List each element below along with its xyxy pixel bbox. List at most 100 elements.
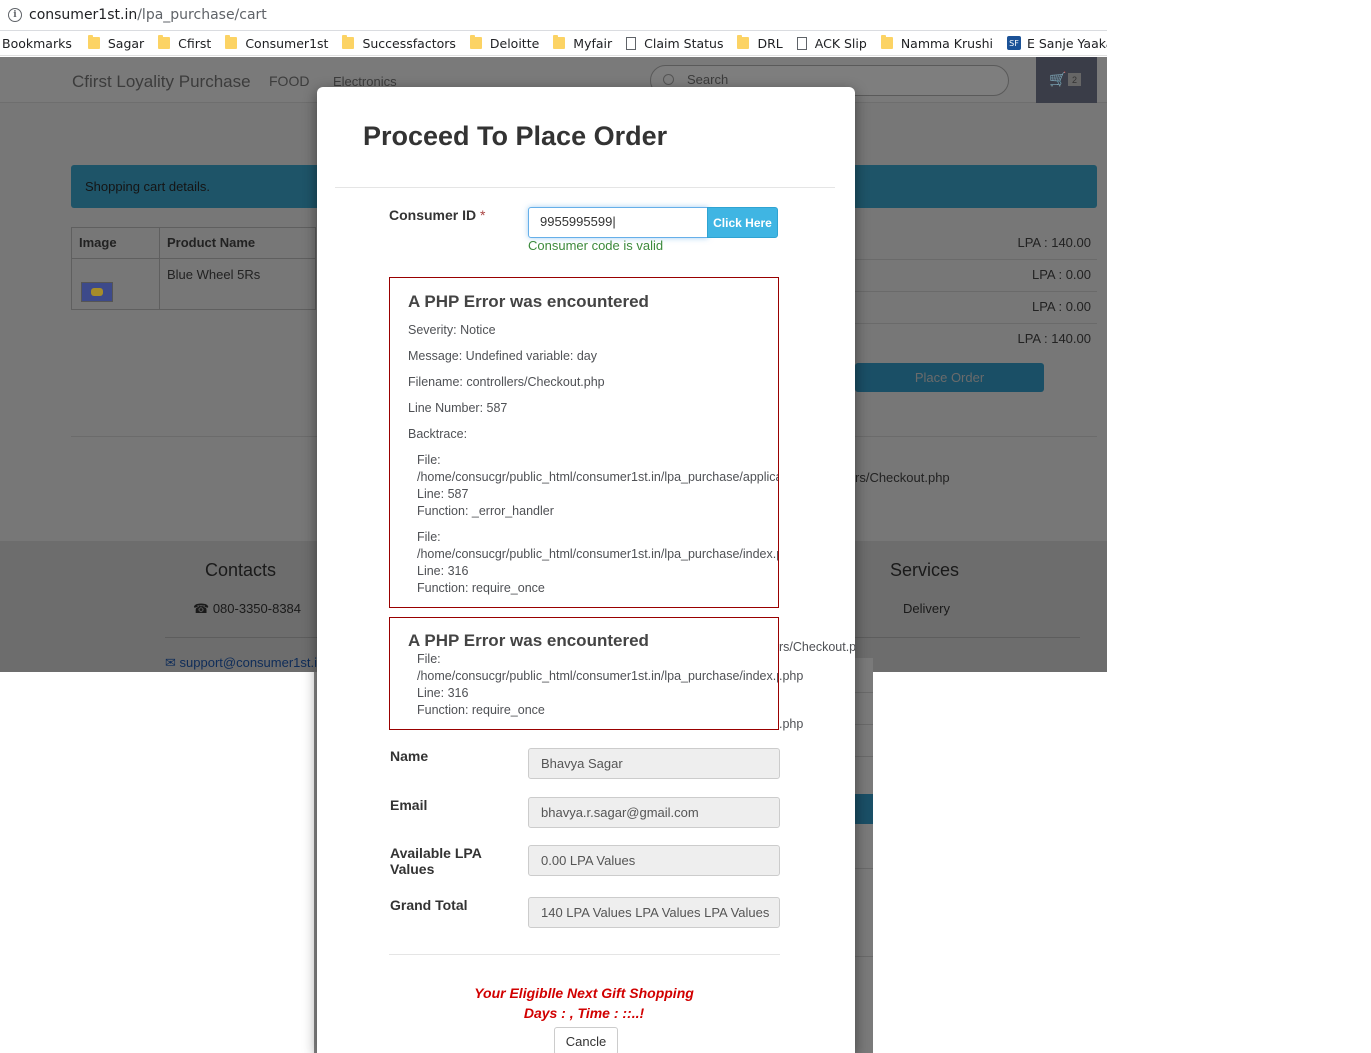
- trace-file-path: /home/consucgr/public_html/consumer1st.i…: [417, 470, 778, 484]
- bookmark-claim-status[interactable]: Claim Status: [626, 36, 723, 51]
- bookmark-drl[interactable]: DRL: [737, 35, 783, 51]
- available-lpa-field[interactable]: 0.00 LPA Values: [528, 845, 780, 876]
- grand-total-label: Grand Total: [390, 897, 468, 913]
- divider: [855, 756, 873, 757]
- address-bar[interactable]: i consumer1st.in/lpa_purchase/cart: [0, 0, 1107, 31]
- name-label: Name: [390, 748, 429, 764]
- trace-file-path: /home/consucgr/public_html/consumer1st.i…: [417, 547, 779, 561]
- email-field[interactable]: bhavya.r.sagar@gmail.com: [528, 797, 780, 828]
- error-message: Message: Undefined variable: day: [408, 349, 598, 363]
- place-order-modal: Proceed To Place Order Consumer ID * 995…: [317, 87, 855, 1053]
- footer-delivery[interactable]: Delivery: [903, 601, 950, 616]
- cancel-button[interactable]: Cancle: [554, 1027, 618, 1053]
- trace-line: Line: 316: [417, 686, 469, 700]
- required-mark: *: [480, 207, 486, 223]
- overflow-path-tail: rs/Checkout.php: [855, 470, 950, 485]
- folder-icon: [880, 35, 893, 49]
- amount-3: LPA : 0.00: [1031, 299, 1091, 314]
- validation-message: Consumer code is valid: [528, 238, 664, 253]
- info-icon[interactable]: i: [8, 8, 22, 22]
- bookmark-e-sanje[interactable]: SFE Sanje Yaakagide - M: [1006, 36, 1107, 51]
- cart-button[interactable]: 🛒 2: [1036, 57, 1097, 103]
- divider: [855, 259, 1097, 260]
- click-here-button[interactable]: Click Here: [707, 207, 778, 238]
- email-label: Email: [390, 797, 428, 813]
- folder-icon: [737, 35, 750, 49]
- consumer-id-value: 9955995599: [540, 214, 613, 229]
- error-filename: Filename: controllers/Checkout.php: [408, 375, 605, 389]
- consumer-id-input[interactable]: 9955995599|: [528, 207, 708, 238]
- search-icon: [663, 74, 674, 85]
- folder-icon: [342, 35, 355, 49]
- place-order-button-edge: [855, 794, 873, 824]
- bookmark-myfair[interactable]: Myfair: [553, 35, 612, 51]
- col-header-product: Product Name: [167, 235, 256, 250]
- overflow-path-tail: .php: [779, 669, 804, 683]
- trace-file-path: /home/consucgr/public_html/consumer1st.i…: [417, 669, 779, 683]
- bookmark-namma-krushi[interactable]: Namma Krushi: [880, 35, 993, 51]
- grand-total-field[interactable]: 140 LPA Values LPA Values LPA Values: [528, 897, 780, 928]
- amount-total: LPA : 140.00: [1017, 331, 1092, 346]
- divider: [855, 692, 873, 693]
- error-backtrace: Backtrace:: [408, 427, 468, 441]
- footer-email[interactable]: ✉ support@consumer1st.i: [165, 655, 317, 671]
- url-path: /lpa_purchase/cart: [137, 7, 267, 23]
- divider: [855, 868, 873, 869]
- trace-file-label: File:: [417, 652, 441, 666]
- eligibility-message: Your Eligiblle Next Gift Shopping: [474, 985, 694, 1001]
- page-icon: [626, 36, 637, 50]
- product-thumbnail: [81, 282, 113, 302]
- divider: [335, 187, 835, 188]
- backdrop-strip: [855, 658, 873, 1053]
- cart-count-badge: 2: [1068, 73, 1081, 86]
- place-order-button[interactable]: Place Order: [855, 363, 1044, 392]
- overflow-path-tail: .php: [779, 717, 804, 731]
- column-divider: [159, 227, 160, 310]
- error-title: A PHP Error was encountered: [408, 292, 649, 311]
- footer-services-title: Services: [890, 560, 960, 580]
- mail-icon: ✉: [165, 655, 176, 670]
- bookmark-consumer1st[interactable]: Consumer1st: [225, 35, 328, 51]
- sf-icon: SF: [1006, 36, 1021, 50]
- divider: [855, 291, 1097, 292]
- trace-line: Line: 587: [417, 487, 469, 501]
- folder-icon: [225, 35, 238, 49]
- php-error-box: A PHP Error was encountered File: /home/…: [389, 617, 779, 730]
- bookmarks-label[interactable]: Bookmarks: [2, 36, 72, 51]
- phone-icon: ☎: [193, 601, 210, 616]
- divider: [389, 954, 780, 955]
- nav-food[interactable]: FOOD: [269, 73, 309, 89]
- bookmark-deloitte[interactable]: Deloitte: [469, 35, 539, 51]
- folder-icon: [158, 35, 171, 49]
- site-brand[interactable]: Cfirst Loyality Purchase: [72, 72, 251, 92]
- trace-file-label: File:: [417, 530, 441, 544]
- php-error-box: A PHP Error was encountered Severity: No…: [389, 277, 779, 608]
- trace-function: Function: _error_handler: [417, 504, 554, 518]
- search-placeholder: Search: [687, 72, 729, 87]
- trace-function: Function: require_once: [417, 703, 545, 717]
- product-name: Blue Wheel 5Rs: [167, 267, 261, 282]
- name-field[interactable]: Bhavya Sagar: [528, 748, 780, 779]
- page-icon: [796, 36, 807, 50]
- bookmark-successfactors[interactable]: Successfactors: [342, 35, 456, 51]
- footer-phone[interactable]: ☎ 080-3350-8384: [193, 601, 301, 617]
- eligibility-days-time: Days : , Time : ::..!: [523, 1005, 645, 1021]
- trace-file-label: File:: [417, 453, 441, 467]
- bookmark-sagar[interactable]: Sagar: [87, 35, 144, 51]
- error-title: A PHP Error was encountered: [408, 631, 649, 650]
- divider: [855, 323, 1097, 324]
- text-caret: |: [612, 214, 616, 229]
- error-severity: Severity: Notice: [408, 323, 496, 337]
- error-line-number: Line Number: 587: [408, 401, 508, 415]
- bookmark-ack-slip[interactable]: ACK Slip: [796, 36, 867, 51]
- url-host: consumer1st.in: [29, 7, 138, 23]
- url-text[interactable]: consumer1st.in/lpa_purchase/cart: [29, 7, 267, 23]
- available-lpa-label: Available LPA Values: [390, 845, 482, 877]
- folder-icon: [553, 35, 566, 49]
- bookmark-cfirst[interactable]: Cfirst: [158, 35, 211, 51]
- col-header-image: Image: [79, 235, 117, 250]
- divider: [855, 956, 873, 957]
- cart-icon: 🛒: [1049, 71, 1067, 87]
- folder-icon: [469, 35, 482, 49]
- overflow-path-tail: rs/Checkout.php: [779, 640, 855, 654]
